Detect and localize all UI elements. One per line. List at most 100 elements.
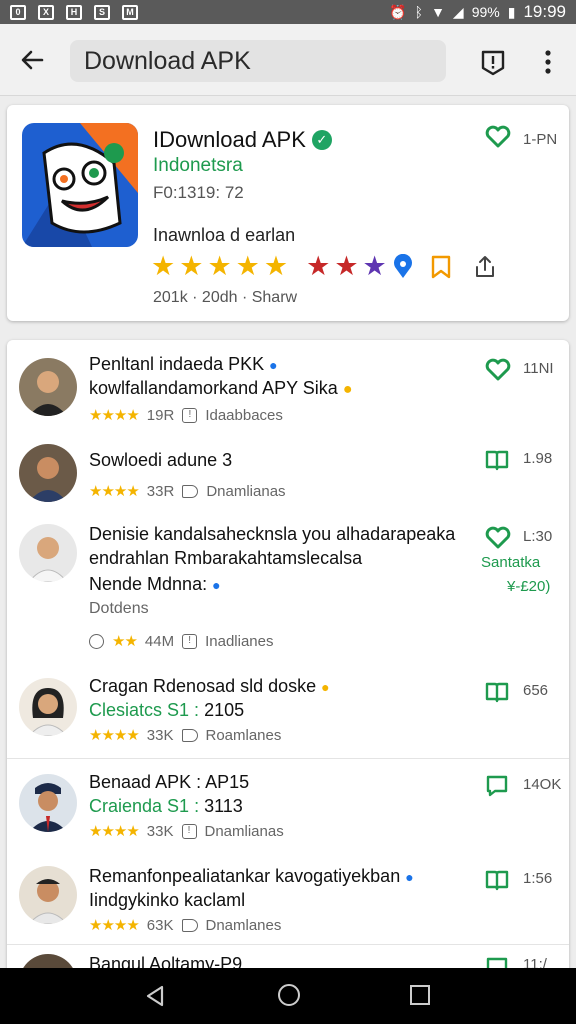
info-icon: ! bbox=[182, 407, 198, 423]
star-icon: ★ bbox=[151, 251, 176, 281]
item-tag: Roamlanes bbox=[205, 726, 282, 744]
book-icon[interactable] bbox=[485, 868, 509, 892]
bookmark-icon[interactable] bbox=[429, 254, 453, 280]
verified-icon: ● bbox=[212, 577, 221, 593]
item-right-value: L:30 bbox=[523, 528, 553, 545]
item-title: Sowloedi adune 3 bbox=[89, 450, 233, 470]
nav-home-icon[interactable] bbox=[278, 984, 300, 1006]
verified-icon: ● bbox=[405, 869, 414, 885]
app-developer[interactable]: Indonetsra bbox=[153, 155, 243, 177]
item-title-text: Penltanl indaeda PKK bbox=[89, 354, 265, 374]
divider bbox=[7, 758, 569, 759]
list-item[interactable]: Benaad APK : AP15 Craiendа S1 : 3113 ★★★… bbox=[7, 760, 569, 852]
clock-icon bbox=[89, 633, 104, 649]
mail-notification-icon: M bbox=[122, 4, 138, 20]
favorite-heart-icon[interactable] bbox=[485, 358, 511, 382]
share-icon[interactable] bbox=[473, 254, 497, 280]
book-icon[interactable] bbox=[485, 680, 509, 704]
app-meta: 201k · 20dh · Sharw bbox=[153, 289, 298, 306]
nav-recents-icon[interactable] bbox=[410, 985, 430, 1005]
list-item[interactable]: Sowloedi adune 3 ★★★★ 33R Dnamlianas 1.9… bbox=[7, 428, 569, 514]
nav-back-icon[interactable] bbox=[144, 984, 166, 1008]
star-icon: ★ bbox=[235, 251, 260, 281]
list-item[interactable]: Penltanl indaeda PKK ● kowlfallandamorka… bbox=[7, 340, 569, 428]
status-bar: 0 X H S M ⏰ ᛒ ▼ ◢ 99% ▮ 19:99 bbox=[0, 0, 576, 24]
star-icon: ★ bbox=[263, 251, 289, 281]
shield-alert-icon[interactable] bbox=[480, 48, 506, 76]
divider bbox=[7, 944, 569, 945]
item-right-value: 11NI bbox=[523, 360, 554, 377]
app-version: F0:1319: 72 bbox=[153, 183, 244, 202]
app-header-card[interactable]: IDownload APK ✓ Indonetsra F0:1319: 72 I… bbox=[7, 105, 569, 321]
item-tag: Inadlianes bbox=[205, 632, 274, 650]
battery-level: 99% bbox=[471, 4, 500, 20]
star-icon: ★ bbox=[334, 251, 359, 281]
back-arrow-icon[interactable] bbox=[18, 46, 46, 74]
app-title-text: IDownload APK bbox=[153, 127, 306, 152]
item-meta: ★★★★ 19R ! Idaabbaces bbox=[89, 406, 283, 425]
star-rating: ★★★★ bbox=[89, 917, 140, 934]
item-title: Penltanl indaeda PKK ● bbox=[89, 354, 278, 375]
tag-icon bbox=[181, 918, 198, 932]
item-subtitle: Craiendа S1 : 3113 bbox=[89, 796, 243, 817]
list-item[interactable]: Denisie kandalsahecknsla you alhadarapea… bbox=[7, 514, 569, 666]
bluetooth-icon: ᛒ bbox=[414, 4, 424, 20]
item-count: 33K bbox=[146, 726, 174, 744]
tag-icon bbox=[182, 484, 199, 498]
emoji-icon: ● bbox=[342, 381, 353, 398]
star-icon: ★ bbox=[179, 251, 204, 281]
location-pin-icon[interactable] bbox=[391, 253, 415, 280]
info-icon: ! bbox=[182, 633, 198, 649]
item-count: 63K bbox=[146, 916, 174, 934]
item-count: 19R bbox=[146, 406, 175, 424]
favorite-heart-icon[interactable] bbox=[485, 125, 511, 149]
item-meta: ★★★★ 33K ! Dnamlianas bbox=[89, 822, 284, 841]
item-note: Dotdens bbox=[89, 600, 149, 617]
star-rating: ★★ bbox=[112, 633, 138, 650]
info-icon: ! bbox=[181, 823, 197, 839]
item-subtitle: kowlfallandamorkand APY Sika ● bbox=[89, 378, 353, 399]
star-icon: ★ bbox=[207, 251, 232, 281]
book-icon[interactable] bbox=[485, 448, 509, 472]
search-input[interactable]: Download APK bbox=[70, 40, 446, 82]
star-icon: ★ bbox=[362, 251, 387, 281]
item-right-value: 656 bbox=[523, 682, 549, 699]
favorite-heart-icon[interactable] bbox=[485, 526, 511, 550]
item-tag: Dnamlianas bbox=[206, 482, 286, 500]
star-rating: ★★★★ bbox=[89, 483, 140, 500]
item-author: Nende Mdnna: ● bbox=[89, 574, 221, 595]
item-subtitle: Iindgykinko kaclaml bbox=[89, 890, 246, 910]
avatar bbox=[19, 444, 77, 502]
item-tag: Idaabbaces bbox=[205, 406, 283, 424]
verified-icon: ✓ bbox=[311, 130, 332, 150]
item-tag: Dnamlianas bbox=[204, 822, 284, 840]
item-tag: Dnamlanes bbox=[205, 916, 282, 934]
item-title: Denisie kandalsahecknsla you alhadarapea… bbox=[89, 524, 456, 544]
item-subtitle-label: Craiendа S1 : bbox=[89, 796, 200, 816]
item-side-price: ¥-£20) bbox=[507, 578, 551, 595]
item-count: 44M bbox=[144, 632, 175, 650]
wifi-icon: ▼ bbox=[431, 4, 445, 20]
clock: 19:99 bbox=[523, 2, 566, 21]
item-right-value: 1:56 bbox=[523, 870, 553, 887]
app-description: Inawnloa d earlan bbox=[153, 225, 296, 245]
item-title: Remanfonpealiatankar kavogatiyekban ● bbox=[89, 866, 414, 887]
item-title-text: Cragan Rdenosad sld doske bbox=[89, 676, 317, 696]
item-subtitle-value: 3113 bbox=[204, 796, 243, 816]
top-app-bar: Download APK bbox=[0, 24, 576, 96]
home-notification-icon: H bbox=[66, 4, 82, 20]
star-rating: ★★★★ bbox=[89, 823, 140, 840]
alarm-icon: ⏰ bbox=[389, 3, 407, 20]
more-vert-icon[interactable] bbox=[540, 48, 556, 76]
app-title: IDownload APK ✓ bbox=[153, 127, 332, 153]
system-nav-bar bbox=[0, 968, 576, 1024]
notification-icon: 0 bbox=[10, 4, 26, 20]
tag-icon bbox=[181, 728, 198, 742]
header-badge: 1-PN bbox=[523, 131, 558, 148]
item-title: Benaad APK : AP15 bbox=[89, 772, 250, 792]
list-item[interactable]: Remanfonpealiatankar kavogatiyekban ● Ii… bbox=[7, 852, 569, 944]
item-meta: ★★ 44M ! Inadlianes bbox=[89, 632, 273, 650]
star-rating: ★★★★ bbox=[89, 407, 140, 424]
list-item[interactable]: Cragan Rdenosad sld doske ● Clesiatcs S1… bbox=[7, 666, 569, 758]
chat-icon[interactable] bbox=[485, 774, 509, 798]
